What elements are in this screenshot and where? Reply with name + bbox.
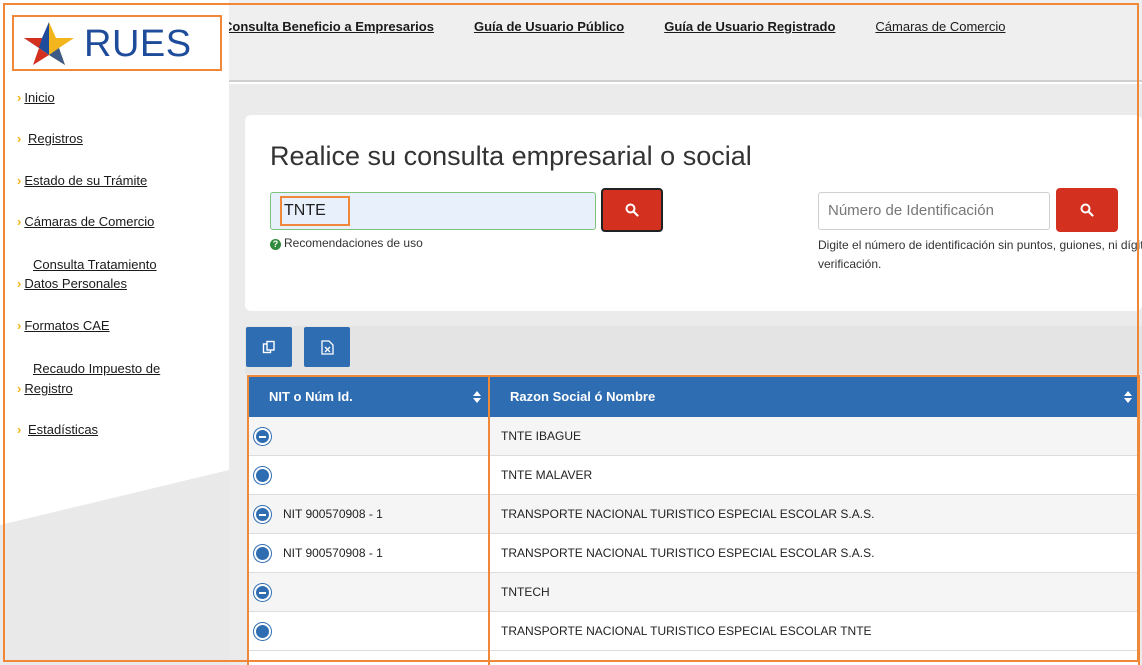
table-row[interactable]: TRANSPORTE NACIONAL TURISTICO ESPECIAL E…: [249, 612, 1138, 651]
table-row[interactable]: TNTECH: [249, 573, 1138, 612]
expand-row-icon[interactable]: [254, 467, 271, 484]
collapse-row-icon[interactable]: [254, 428, 271, 445]
page-title: Realice su consulta empresarial o social: [270, 141, 752, 171]
search-icon: [625, 203, 639, 217]
sidebar-decoration: [0, 470, 229, 665]
sidebar-item-recaudo[interactable]: › Registro: [17, 381, 73, 396]
table-row[interactable]: TNTE MALAVER: [249, 456, 1138, 495]
collapse-row-icon[interactable]: [254, 506, 271, 523]
chevron-right-icon: ›: [17, 173, 22, 188]
column-divider: [488, 377, 490, 665]
cell-name: TRANSPORTE NACIONAL TURISTICO ESPECIAL E…: [501, 507, 875, 521]
logo-star-icon: [24, 22, 74, 65]
cell-name: TNTECH: [501, 585, 550, 599]
cell-name: TRANSPORTE NACIONAL TURISTICO ESPECIAL E…: [501, 624, 872, 638]
chevron-right-icon: ›: [17, 214, 22, 229]
nav-guia-registrado[interactable]: Guía de Usuario Registrado: [664, 19, 835, 34]
collapse-row-icon[interactable]: [254, 584, 271, 601]
sidebar-item-camaras[interactable]: › Cámaras de Comercio: [17, 214, 154, 229]
table-header: NIT o Núm Id. Razon Social ó Nombre: [249, 377, 1138, 417]
logo-text: RUES: [84, 23, 192, 65]
top-nav: Consulta Beneficio a Empresarios Guía de…: [223, 19, 1045, 34]
chevron-right-icon: ›: [17, 131, 22, 146]
nav-camaras-comercio[interactable]: Cámaras de Comercio: [875, 19, 1005, 34]
cell-name: TRANSPORTE NACIONAL TURISTICO ESPECIAL E…: [501, 546, 875, 560]
table-row[interactable]: TNTE IBAGUE: [249, 417, 1138, 456]
search-icon: [1080, 203, 1094, 217]
cell-name: TNTE IBAGUE: [501, 429, 582, 443]
nav-guia-publico[interactable]: Guía de Usuario Público: [474, 19, 624, 34]
sidebar-item-formatos-cae[interactable]: › Formatos CAE: [17, 318, 110, 333]
chevron-right-icon: ›: [17, 422, 22, 437]
excel-export-button[interactable]: [304, 327, 350, 367]
cell-name: TNTE MALAVER: [501, 468, 593, 482]
sidebar-item-estado-tramite[interactable]: › Estado de su Trámite: [17, 173, 147, 188]
column-header-razon-social[interactable]: Razon Social ó Nombre: [490, 377, 1138, 417]
expand-row-icon[interactable]: [254, 623, 271, 640]
nav-consulta-beneficio[interactable]: Consulta Beneficio a Empresarios: [223, 19, 434, 34]
sidebar-item-estadisticas[interactable]: › Estadísticas: [17, 422, 98, 437]
sidebar-item-registros[interactable]: › Registros: [17, 131, 83, 146]
sidebar-item-inicio[interactable]: › Inicio: [17, 90, 55, 105]
sidebar-item-tratamiento[interactable]: › Datos Personales: [17, 276, 127, 291]
copy-icon: [262, 340, 275, 354]
chevron-right-icon: ›: [17, 90, 22, 105]
sidebar-item-tratamiento-line1[interactable]: Consulta Tratamiento: [33, 257, 157, 272]
expand-row-icon[interactable]: [254, 545, 271, 562]
id-number-input[interactable]: Número de Identificación: [818, 192, 1050, 230]
table-row[interactable]: NIT 900570908 - 1 TRANSPORTE NACIONAL TU…: [249, 534, 1138, 573]
column-header-nit[interactable]: NIT o Núm Id.: [249, 377, 488, 417]
sort-icon: [473, 391, 481, 403]
id-search-button[interactable]: [1056, 188, 1118, 232]
chevron-right-icon: ›: [17, 318, 22, 333]
copy-button[interactable]: [246, 327, 292, 367]
sidebar-item-recaudo-line1[interactable]: Recaudo Impuesto de: [33, 361, 160, 376]
usage-recommendations-link[interactable]: ? Recomendaciones de uso: [270, 236, 423, 250]
help-icon: ?: [270, 239, 281, 250]
cell-nit: NIT 900570908 - 1: [283, 546, 383, 560]
results-table: NIT o Núm Id. Razon Social ó Nombre TNTE…: [247, 375, 1140, 665]
cell-nit: NIT 900570908 - 1: [283, 507, 383, 521]
excel-icon: [320, 339, 334, 355]
table-row[interactable]: NIT 900570908 - 1 TRANSPORTE NACIONAL TU…: [249, 495, 1138, 534]
chevron-right-icon: ›: [17, 381, 22, 396]
id-search-hint: Digite el número de identificación sin p…: [818, 238, 1142, 271]
search-input-value[interactable]: TNTE: [280, 196, 350, 226]
table-toolbar: [245, 326, 1142, 374]
chevron-right-icon: ›: [17, 276, 22, 291]
sort-icon: [1124, 391, 1132, 403]
sidebar: RUES › Inicio › Registros › Estado de su T…: [0, 0, 229, 665]
logo[interactable]: RUES: [12, 15, 222, 71]
search-button[interactable]: [601, 188, 663, 232]
